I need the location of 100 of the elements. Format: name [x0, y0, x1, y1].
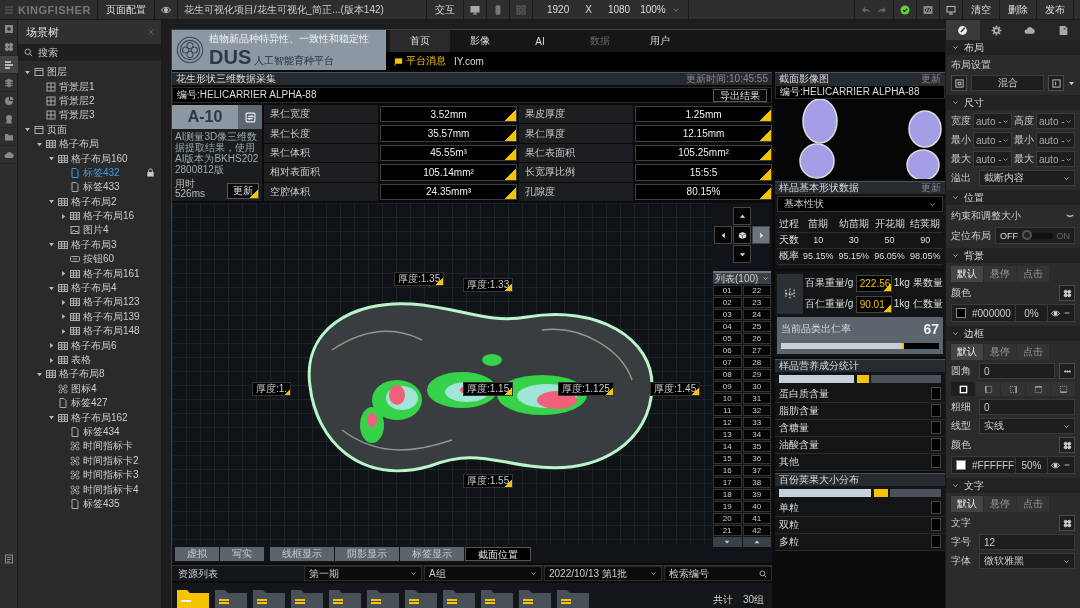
list-item[interactable]: 09 — [713, 381, 742, 392]
list-item[interactable]: 34 — [742, 429, 771, 440]
tree-item[interactable]: 格子布局161 — [18, 266, 161, 281]
section-header[interactable]: 布局 — [946, 40, 1080, 55]
folder-icon[interactable] — [214, 587, 248, 608]
caret-down-icon[interactable] — [36, 140, 43, 148]
list-item[interactable]: 22 — [742, 285, 771, 296]
radius-field[interactable]: 0 — [979, 363, 1055, 379]
color-field[interactable]: #FFFFFF 50% — [951, 456, 1075, 474]
caret-right-icon[interactable] — [48, 342, 55, 350]
swap-icon[interactable] — [244, 111, 256, 123]
monitor-icon[interactable] — [946, 4, 956, 15]
tree-item[interactable]: 格子布局6 — [18, 338, 161, 353]
pan-right-button[interactable] — [752, 226, 770, 244]
list-item[interactable]: 38 — [742, 477, 771, 488]
list-item[interactable]: 07 — [713, 357, 742, 368]
color-field[interactable]: #000000 0% — [951, 304, 1075, 322]
folder-icon[interactable] — [328, 587, 362, 608]
list-item[interactable]: 28 — [742, 357, 771, 368]
caret-down-icon[interactable] — [1068, 79, 1075, 87]
caret-down-icon[interactable] — [48, 198, 55, 206]
palette-button[interactable] — [1059, 285, 1075, 301]
folder-icon[interactable] — [442, 587, 476, 608]
palette-button[interactable] — [1059, 437, 1075, 453]
state-tab[interactable]: 点击 — [1017, 266, 1049, 282]
section-header[interactable]: 背景 — [946, 248, 1080, 263]
interaction-button[interactable]: 交互 — [433, 2, 457, 17]
tree-item[interactable]: 格子布局162 — [18, 410, 161, 425]
reset-view-button[interactable] — [733, 226, 751, 244]
eye-icon[interactable] — [1051, 308, 1060, 318]
tree-item[interactable]: 表格 — [18, 352, 161, 368]
toolbar-button[interactable]: 发布 — [1043, 2, 1067, 17]
list-item[interactable]: 02 — [713, 297, 742, 308]
position-toggle[interactable]: OFF ON — [995, 227, 1075, 244]
tree-item[interactable]: 标签432 — [18, 165, 161, 181]
list-item[interactable]: 21 — [713, 525, 742, 536]
list-header[interactable]: 列表(100) — [713, 271, 771, 284]
state-tab[interactable]: 点击 — [1017, 344, 1049, 360]
folder-icon[interactable] — [404, 587, 438, 608]
list-item[interactable]: 18 — [713, 489, 742, 500]
tree-item[interactable]: 标签434 — [18, 424, 161, 440]
toolbar-button[interactable]: 删除 — [1006, 2, 1030, 17]
dimension-field[interactable]: auto - — [1036, 132, 1075, 148]
layout-side-button[interactable] — [1048, 75, 1064, 91]
tree-item[interactable]: 时间指标卡4 — [18, 482, 161, 497]
pan-up-button[interactable] — [733, 207, 751, 225]
tree-item[interactable]: 格子布局16 — [18, 208, 161, 224]
caret-down-icon[interactable] — [48, 241, 55, 249]
caret-right-icon[interactable] — [60, 212, 67, 220]
list-item[interactable]: 20 — [713, 513, 742, 524]
list-item[interactable]: 42 — [742, 525, 771, 536]
scroll-up-button[interactable] — [742, 537, 771, 547]
tree-item[interactable]: 按钮60 — [18, 252, 161, 267]
list-item[interactable]: 08 — [713, 369, 742, 380]
render-mode-button[interactable]: 虚拟 — [175, 547, 219, 561]
font-size-field[interactable]: 12 — [979, 534, 1075, 550]
tree-item[interactable]: 图标4 — [18, 381, 161, 396]
list-item[interactable]: 31 — [742, 393, 771, 404]
render-mode-button[interactable]: 写实 — [220, 547, 264, 561]
height-field[interactable]: 1080 — [607, 4, 631, 15]
state-tab[interactable]: 默认 — [951, 496, 983, 512]
lock-icon[interactable] — [146, 168, 155, 178]
state-tab[interactable]: 悬停 — [984, 344, 1016, 360]
caret-down-icon[interactable] — [36, 370, 43, 378]
list-item[interactable]: 17 — [713, 477, 742, 488]
list-item[interactable]: 39 — [742, 489, 771, 500]
display-toggle[interactable]: 标签显示 — [400, 547, 464, 561]
refresh-button[interactable]: 更新 — [227, 183, 259, 199]
tree-item[interactable]: 图层 — [18, 65, 161, 80]
caret-right-icon[interactable] — [60, 298, 67, 306]
list-item[interactable]: 11 — [713, 405, 742, 416]
list-item[interactable]: 16 — [713, 465, 742, 476]
list-item[interactable]: 06 — [713, 345, 742, 356]
caret-down-icon[interactable] — [24, 126, 31, 134]
list-item[interactable]: 19 — [713, 501, 742, 512]
more-button[interactable] — [1059, 363, 1075, 379]
rail-button[interactable] — [0, 56, 18, 74]
folder-icon[interactable] — [518, 587, 552, 608]
font-dropdown[interactable]: 微软雅黑 — [979, 553, 1075, 569]
tree-item[interactable]: 格子布局 — [18, 136, 161, 152]
tree-item[interactable]: 时间指标卡 — [18, 439, 161, 454]
trait-dropdown[interactable]: 基本性状 — [777, 196, 943, 212]
eye-icon[interactable] — [160, 4, 171, 15]
tree-item[interactable]: 背景层1 — [18, 79, 161, 94]
caret-right-icon[interactable] — [48, 356, 55, 364]
3d-viewport[interactable]: 厚度:1.35 厚度:1.33 厚度:1. 厚度:1.15 厚度:1.125 厚度:1.45 厚度:1.55 — [172, 203, 712, 545]
section-header[interactable]: 位置 — [946, 190, 1080, 205]
caret-down-icon[interactable] — [24, 68, 31, 76]
caret-right-icon[interactable] — [60, 327, 67, 335]
layout-mode-field[interactable]: 混合 — [971, 75, 1044, 91]
border-width-field[interactable]: 0 — [979, 399, 1075, 415]
folder-icon[interactable] — [366, 587, 400, 608]
tree-item[interactable]: 标签435 — [18, 496, 161, 512]
list-item[interactable]: 10 — [713, 393, 742, 404]
caret-right-icon[interactable] — [60, 270, 67, 278]
phone-icon[interactable] — [493, 4, 503, 15]
width-field[interactable]: 1920 — [547, 4, 570, 15]
list-item[interactable]: 03 — [713, 309, 742, 320]
nav-tab[interactable]: AI — [510, 30, 570, 52]
list-item[interactable]: 40 — [742, 501, 771, 512]
